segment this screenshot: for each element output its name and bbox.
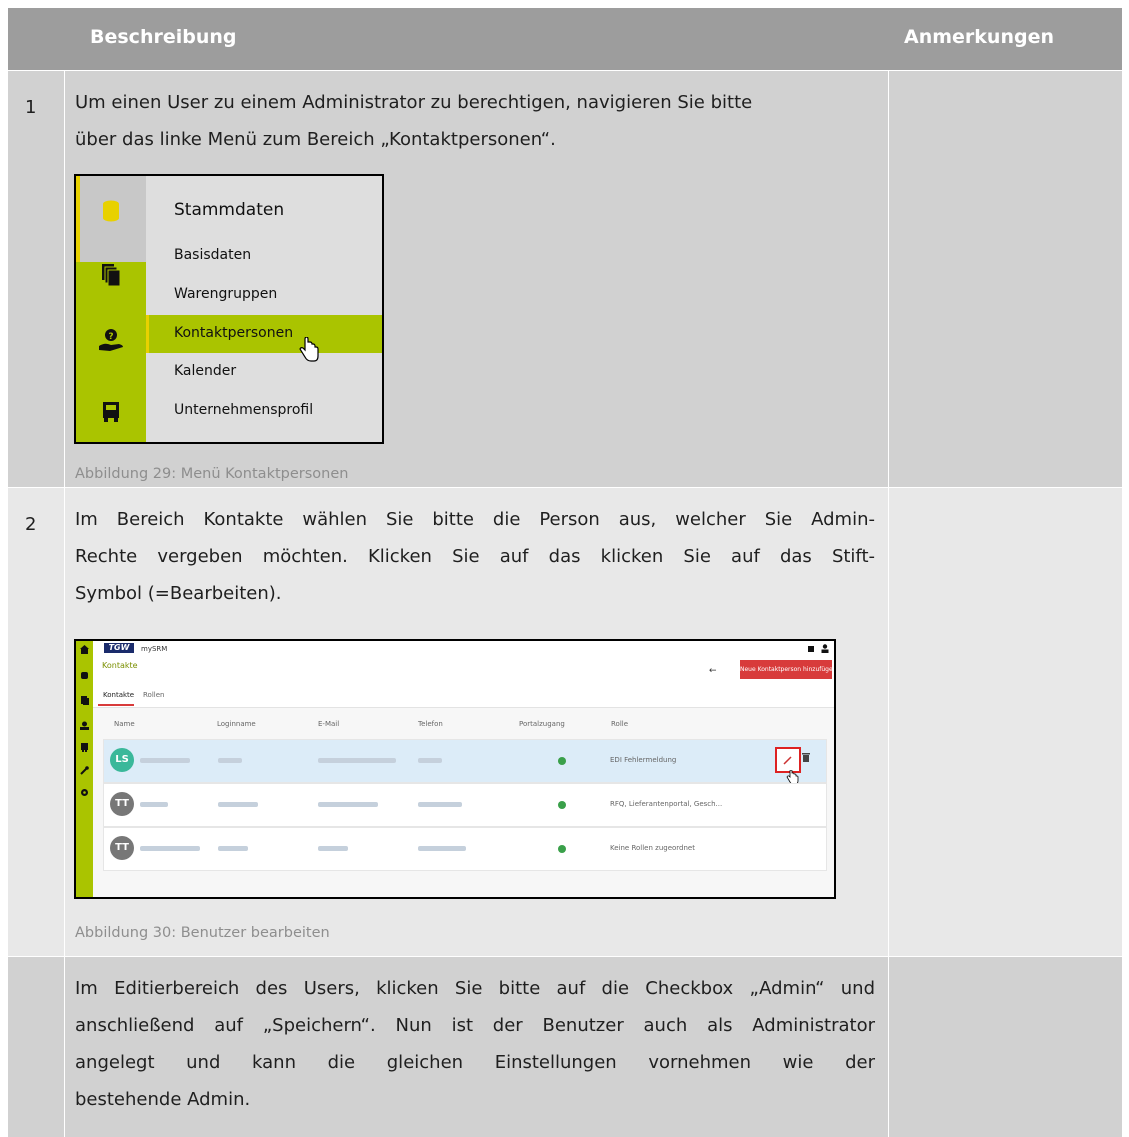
step-number-cell: 2 — [8, 488, 64, 956]
app-name: mySRM — [141, 645, 168, 653]
column-header-loginname[interactable]: Loginname — [217, 720, 256, 728]
trash-icon[interactable] — [802, 753, 810, 762]
pencil-icon — [783, 756, 792, 765]
column-header-rolle[interactable]: Rolle — [611, 720, 628, 728]
column-header-name[interactable]: Name — [114, 720, 135, 728]
tab-active-indicator — [98, 704, 134, 706]
step-text: Um einen User zu einem Administrator zu … — [75, 84, 875, 158]
avatar: LS — [110, 748, 134, 772]
step-row-1: 1 Um einen User zu einem Administrator z… — [8, 71, 1122, 487]
step-row-3: Im Editierbereich des Users, klicken Sie… — [8, 957, 1122, 1137]
check-icon — [558, 801, 566, 809]
menu-item-kalender[interactable]: Kalender — [174, 363, 236, 379]
tab-bar: Kontakte Rollen — [93, 685, 834, 708]
step-line: über das linke Menü zum Bereich „Kontakt… — [75, 129, 556, 150]
documents-icon[interactable] — [807, 645, 815, 653]
step-text: Im Editierbereich des Users, klicken Sie… — [75, 970, 875, 1118]
avatar: TT — [110, 792, 134, 816]
step-number: 2 — [25, 514, 37, 535]
column-header-portalzugang[interactable]: Portalzugang — [519, 720, 565, 728]
app-topbar: TGW mySRM — [93, 641, 834, 658]
add-contact-button[interactable]: Neue Kontaktperson hinzufügen — [740, 660, 832, 679]
step-line: Um einen User zu einem Administrator zu … — [75, 92, 753, 113]
step-notes-cell — [889, 488, 1122, 956]
tab-kontakte[interactable]: Kontakte — [103, 691, 134, 699]
step-line: Im Bereich Kontakte wählen Sie bitte die… — [75, 509, 875, 530]
header-description: Beschreibung — [90, 26, 237, 48]
step-row-2: 2 Im Bereich Kontakte wählen Sie bitte d… — [8, 488, 1122, 956]
step-description-cell: Im Editierbereich des Users, klicken Sie… — [65, 957, 888, 1137]
step-line: anschließend auf „Speichern“. Nun ist de… — [75, 1015, 875, 1036]
contact-row[interactable]: TT RFQ, Lieferantenportal, Gesch... — [103, 783, 827, 827]
avatar: TT — [110, 836, 134, 860]
step-text: Im Bereich Kontakte wählen Sie bitte die… — [75, 501, 875, 612]
menu-item-warengruppen[interactable]: Warengruppen — [174, 286, 277, 302]
step-line: Rechte vergeben möchten. Klicken Sie auf… — [75, 546, 875, 567]
gear-icon — [81, 789, 88, 796]
truck-icon — [81, 743, 88, 752]
contact-support-icon — [80, 721, 89, 730]
step-description-cell: Um einen User zu einem Administrator zu … — [65, 71, 888, 487]
tgw-logo: TGW — [104, 643, 134, 653]
step-notes-cell — [889, 71, 1122, 487]
truck-icon — [103, 402, 119, 422]
database-icon — [103, 200, 119, 222]
contact-row[interactable]: TT Keine Rollen zugeordnet — [103, 827, 827, 871]
hand-cursor-icon — [299, 337, 319, 362]
wrench-icon — [80, 766, 89, 775]
documents-icon — [102, 264, 121, 287]
header-notes: Anmerkungen — [904, 26, 1054, 48]
figure-caption: Abbildung 29: Menü Kontaktpersonen — [75, 466, 349, 482]
column-header-telefon[interactable]: Telefon — [418, 720, 443, 728]
role-text: EDI Fehlermeldung — [610, 756, 677, 764]
step-line: angelegt und kann die gleichen Einstellu… — [75, 1052, 875, 1073]
menu-item-basisdaten[interactable]: Basisdaten — [174, 247, 251, 263]
user-icon[interactable] — [821, 644, 829, 653]
role-text: RFQ, Lieferantenportal, Gesch... — [610, 800, 723, 808]
menu-screenshot: ? Stammdaten Basisdaten Warengruppen Kon… — [74, 174, 384, 444]
tab-rollen[interactable]: Rollen — [143, 691, 164, 699]
menu-title: Stammdaten — [174, 200, 285, 220]
step-line: Symbol (=Bearbeiten). — [75, 583, 282, 604]
check-icon — [558, 757, 566, 765]
database-icon — [81, 672, 88, 679]
home-icon — [80, 645, 89, 654]
page-title: Kontakte — [102, 661, 138, 670]
svg-text:?: ? — [108, 332, 113, 342]
table-header: Beschreibung Anmerkungen — [8, 8, 1122, 70]
figure-caption: Abbildung 30: Benutzer bearbeiten — [75, 925, 330, 941]
menu-item-unternehmensprofil[interactable]: Unternehmensprofil — [174, 402, 313, 418]
documents-icon — [81, 696, 89, 705]
step-number: 1 — [25, 97, 37, 118]
step-description-cell: Im Bereich Kontakte wählen Sie bitte die… — [65, 488, 888, 956]
contact-row[interactable]: LS EDI Fehlermeldung — [103, 739, 827, 785]
contact-support-icon: ? — [99, 329, 123, 351]
step-number-cell — [8, 957, 64, 1137]
step-line: Im Editierbereich des Users, klicken Sie… — [75, 978, 875, 999]
page-subheader: Kontakte ← — [93, 657, 834, 685]
back-arrow-icon[interactable]: ← — [709, 666, 717, 676]
menu-item-kontaktpersonen[interactable]: Kontaktpersonen — [174, 325, 293, 341]
step-number-cell: 1 — [8, 71, 64, 487]
column-header-email[interactable]: E-Mail — [318, 720, 339, 728]
step-line: bestehende Admin. — [75, 1089, 251, 1110]
role-text: Keine Rollen zugeordnet — [610, 844, 695, 852]
contacts-screenshot: TGW mySRM Kontakte ← Neue Kontaktperson … — [74, 639, 836, 899]
check-icon — [558, 845, 566, 853]
step-notes-cell — [889, 957, 1122, 1137]
